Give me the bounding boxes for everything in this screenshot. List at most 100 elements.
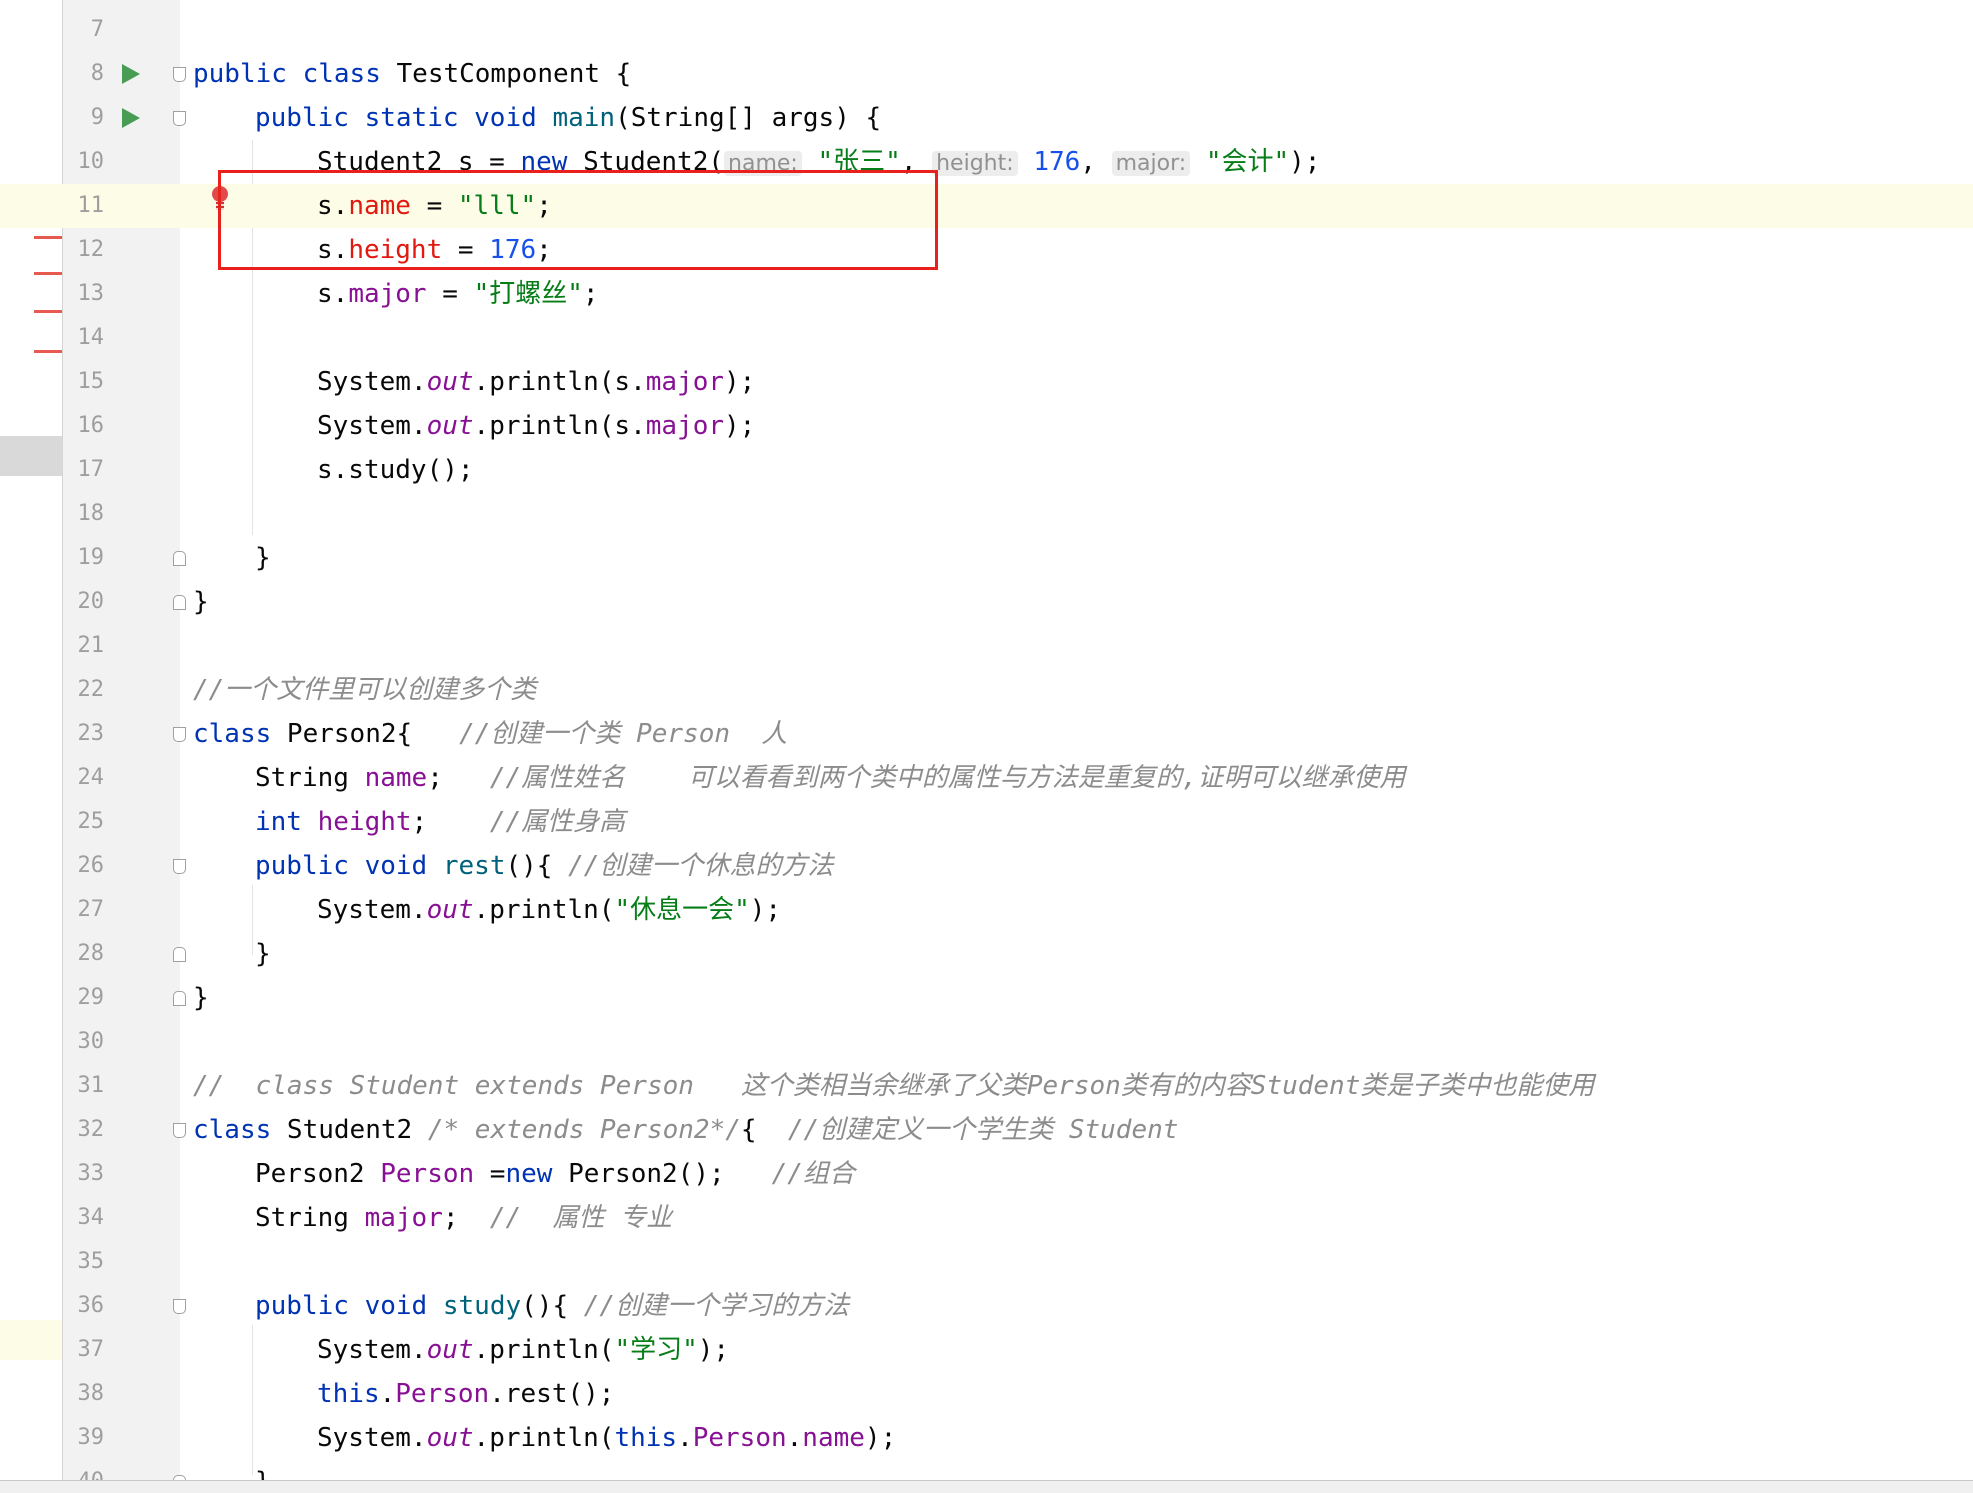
line-number: 23 <box>77 721 105 746</box>
code-text: Person2 Person =new Person2(); //组合 <box>255 1159 855 1189</box>
code-text: System.out.println(this.Person.name); <box>317 1423 897 1453</box>
fold-marker-icon[interactable] <box>173 595 186 610</box>
code-text: s.study(); <box>317 455 474 485</box>
code-line: 39 System.out.println(this.Person.name); <box>0 1416 1973 1460</box>
code-line: 14 <box>0 316 1973 360</box>
line-number: 31 <box>77 1073 105 1098</box>
fold-marker-icon[interactable] <box>173 551 186 566</box>
code-text: public void study(){ //创建一个学习的方法 <box>255 1291 850 1321</box>
code-text: System.out.println(s.major); <box>317 367 756 397</box>
code-text: } <box>255 1460 271 1480</box>
code-text: String major; // 属性 专业 <box>255 1203 673 1233</box>
code-line: 21 <box>0 624 1973 668</box>
line-number: 33 <box>77 1161 105 1186</box>
code-line: 31 // class Student extends Person 这个类相当… <box>0 1064 1973 1108</box>
line-number: 28 <box>77 941 105 966</box>
code-line: 13 s.major = "打螺丝"; <box>0 272 1973 316</box>
code-text: s.major = "打螺丝"; <box>317 279 599 309</box>
code-line: 35 <box>0 1240 1973 1284</box>
fold-marker-icon[interactable] <box>173 1299 186 1314</box>
fold-marker-icon[interactable] <box>173 1123 186 1138</box>
code-text: System.out.println(s.major); <box>317 411 756 441</box>
code-comment: //一个文件里可以创建多个类 <box>193 675 537 705</box>
line-number: 19 <box>77 545 105 570</box>
line-number: 10 <box>77 149 105 174</box>
code-line: 38 this.Person.rest(); <box>0 1372 1973 1416</box>
fold-marker-icon[interactable] <box>173 727 186 742</box>
code-line: 24 String name; //属性姓名 可以看看到两个类中的属性与方法是重… <box>0 756 1973 800</box>
line-number: 21 <box>77 633 105 658</box>
line-number: 26 <box>77 853 105 878</box>
code-text: } <box>193 587 209 617</box>
line-number: 9 <box>90 105 104 130</box>
line-number: 12 <box>77 237 105 262</box>
code-text: } <box>255 939 271 969</box>
code-line: 25 int height; //属性身高 <box>0 800 1973 844</box>
code-line: 40 } <box>0 1460 1973 1480</box>
run-icon[interactable] <box>122 64 140 84</box>
code-line: 32 class Student2 /* extends Person2*/{ … <box>0 1108 1973 1152</box>
code-line: 18 <box>0 492 1973 536</box>
code-text: this.Person.rest(); <box>317 1379 615 1409</box>
code-line: 27 System.out.println("休息一会"); <box>0 888 1973 932</box>
line-number: 39 <box>77 1425 105 1450</box>
line-number: 13 <box>77 281 105 306</box>
code-text: public class TestComponent { <box>193 59 632 89</box>
line-number: 7 <box>90 17 104 42</box>
line-number: 14 <box>77 325 105 350</box>
code-text: } <box>255 543 271 573</box>
line-number: 25 <box>77 809 105 834</box>
code-line: 26 public void rest(){ //创建一个休息的方法 <box>0 844 1973 888</box>
line-number: 29 <box>77 985 105 1010</box>
code-line: 37 System.out.println("学习"); <box>0 1328 1973 1372</box>
line-number: 30 <box>77 1029 105 1054</box>
fold-marker-icon[interactable] <box>173 947 186 962</box>
line-number: 40 <box>62 1460 105 1480</box>
highlight-annotation-box <box>218 170 938 270</box>
param-hint: major: <box>1111 151 1191 176</box>
code-text: } <box>193 983 209 1013</box>
line-number: 32 <box>77 1117 105 1142</box>
fold-marker-icon[interactable] <box>173 859 186 874</box>
code-line: 7 <box>0 8 1973 52</box>
code-line: 36 public void study(){ //创建一个学习的方法 <box>0 1284 1973 1328</box>
fold-marker-icon[interactable] <box>173 991 186 1006</box>
fold-marker-icon[interactable] <box>173 111 186 126</box>
code-text: System.out.println("休息一会"); <box>317 895 782 925</box>
code-line: 8 public class TestComponent { <box>0 52 1973 96</box>
code-line: 20 } <box>0 580 1973 624</box>
line-number: 35 <box>77 1249 105 1274</box>
code-comment: // class Student extends Person 这个类相当余继承… <box>193 1071 1595 1101</box>
code-text: public static void main(String[] args) { <box>255 103 882 133</box>
code-line: 15 System.out.println(s.major); <box>0 360 1973 404</box>
fold-marker-icon[interactable] <box>173 67 186 82</box>
line-number: 16 <box>77 413 105 438</box>
line-number: 15 <box>77 369 105 394</box>
code-line: 33 Person2 Person =new Person2(); //组合 <box>0 1152 1973 1196</box>
code-text: class Student2 /* extends Person2*/{ //创… <box>193 1115 1179 1145</box>
line-number: 34 <box>77 1205 105 1230</box>
line-number: 38 <box>77 1381 105 1406</box>
code-text: class Person2{ //创建一个类 Person 人 <box>193 719 788 749</box>
horizontal-scrollbar[interactable] <box>0 1480 1973 1493</box>
run-icon[interactable] <box>122 108 140 128</box>
code-line: 19 } <box>0 536 1973 580</box>
line-number: 11 <box>77 193 105 218</box>
line-number: 27 <box>77 897 105 922</box>
code-line: 29 } <box>0 976 1973 1020</box>
code-text: int height; //属性身高 <box>255 807 626 837</box>
param-hint: height: <box>932 151 1018 176</box>
line-number: 18 <box>77 501 105 526</box>
line-number: 37 <box>77 1337 105 1362</box>
code-line: 22 //一个文件里可以创建多个类 <box>0 668 1973 712</box>
code-text: System.out.println("学习"); <box>317 1335 730 1365</box>
line-number: 22 <box>77 677 105 702</box>
code-line: 17 s.study(); <box>0 448 1973 492</box>
line-number: 20 <box>77 589 105 614</box>
code-line: 30 <box>0 1020 1973 1064</box>
line-number: 17 <box>77 457 105 482</box>
code-text: String name; //属性姓名 可以看看到两个类中的属性与方法是重复的,… <box>255 763 1406 793</box>
line-number: 36 <box>77 1293 105 1318</box>
code-text: public void rest(){ //创建一个休息的方法 <box>255 851 834 881</box>
line-number: 24 <box>77 765 105 790</box>
